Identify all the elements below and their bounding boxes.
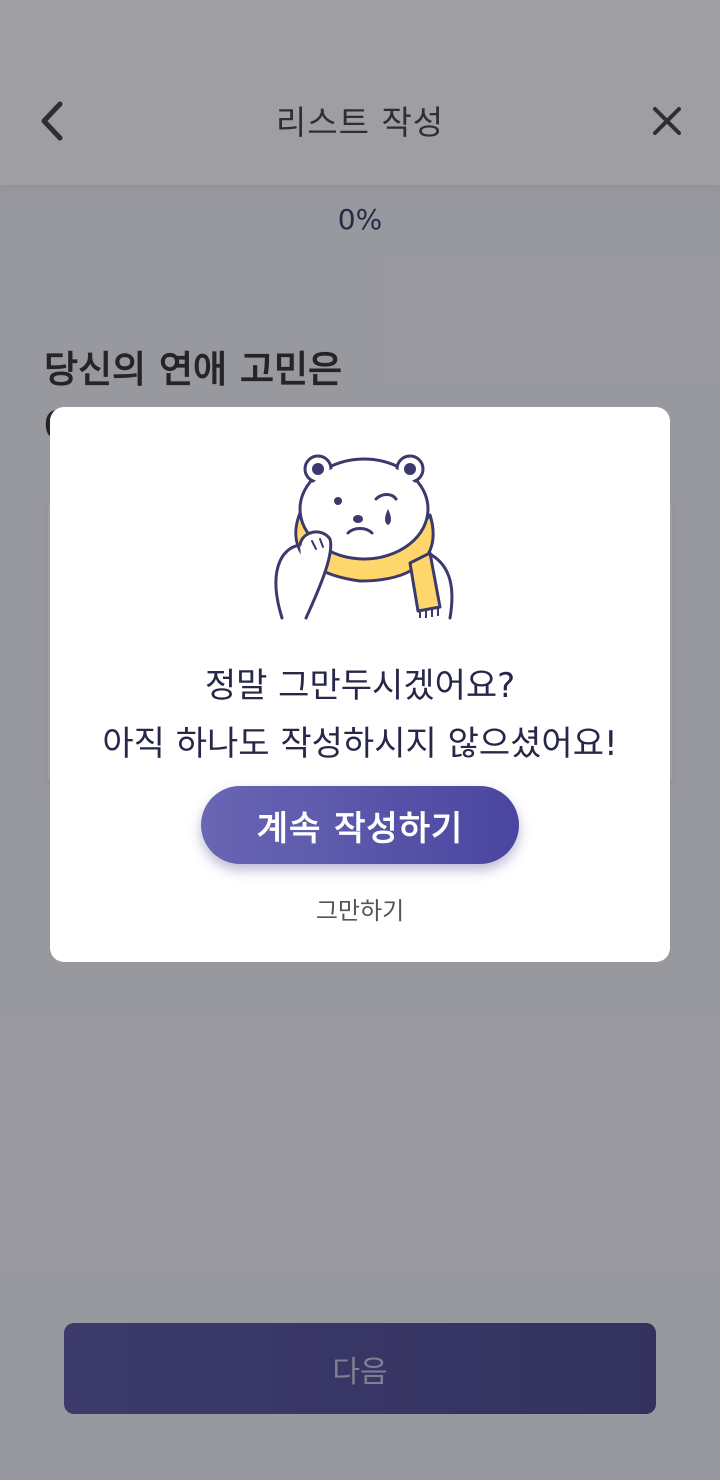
continue-writing-button[interactable]: 계속 작성하기 <box>201 786 519 864</box>
dialog-message-line-2: 아직 하나도 작성하시지 않으셨어요! <box>102 724 618 764</box>
crying-bear-icon <box>274 454 454 620</box>
quit-button[interactable]: 그만하기 <box>50 891 670 926</box>
dialog-message-line-1: 정말 그만두시겠어요? <box>204 666 516 706</box>
dialog-message: 정말 그만두시겠어요? 아직 하나도 작성하시지 않으셨어요! <box>50 657 670 773</box>
modal-overlay[interactable]: 정말 그만두시겠어요? 아직 하나도 작성하시지 않으셨어요! 계속 작성하기 … <box>0 0 720 1480</box>
quit-confirm-dialog: 정말 그만두시겠어요? 아직 하나도 작성하시지 않으셨어요! 계속 작성하기 … <box>50 407 670 962</box>
